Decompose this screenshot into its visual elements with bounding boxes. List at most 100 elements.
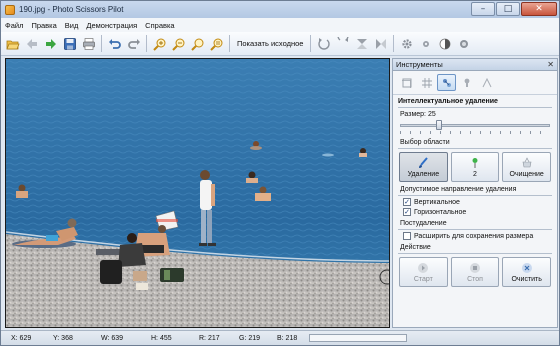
status-bar: X: 629 Y: 368 W: 639 H: 455 R: 217 G: 21… <box>1 330 559 345</box>
panel-header: Инструменты ✕ <box>393 59 557 71</box>
show-original-button[interactable]: Показать исходное <box>234 39 306 48</box>
slider-thumb[interactable] <box>436 120 442 130</box>
status-g: G: 219 <box>239 334 261 342</box>
divider <box>398 229 552 230</box>
contrast-button[interactable] <box>436 35 453 52</box>
removal-brush-button[interactable]: Удаление <box>399 152 448 182</box>
eraser-icon <box>522 156 532 167</box>
contrast-icon <box>439 38 451 49</box>
save-icon <box>63 37 76 50</box>
print-button[interactable] <box>80 35 97 52</box>
gear-icon <box>422 40 429 47</box>
action-section-label: Действие <box>400 244 431 251</box>
undo-button[interactable] <box>106 35 123 52</box>
minimize-button[interactable]: – <box>471 2 495 16</box>
eraser-button[interactable]: Очищение <box>502 152 552 182</box>
crop-icon <box>401 78 411 88</box>
vertical-label: Вертикальное <box>414 198 460 206</box>
zoom-in-button[interactable] <box>151 35 168 52</box>
start-button[interactable]: Старт <box>399 257 448 287</box>
horizontal-label: Горизонтальное <box>414 208 467 216</box>
title-bar[interactable]: 190.jpg - Photo Scissors Pilot – □ ✕ <box>1 1 559 18</box>
redo-button[interactable] <box>125 35 142 52</box>
save-button[interactable] <box>61 35 78 52</box>
vertical-checkbox-row[interactable]: ✓ Вертикальное <box>403 198 547 206</box>
gear-button[interactable] <box>417 35 434 52</box>
tab-lasso[interactable] <box>477 74 496 91</box>
expand-label: Расширить для сохранения размера <box>414 232 534 240</box>
expand-checkbox-row[interactable]: Расширить для сохранения размера <box>403 232 547 240</box>
divider <box>398 148 552 149</box>
flip-vertical-icon <box>356 38 367 49</box>
toolbar: Показать исходное <box>1 32 559 56</box>
grid-icon <box>421 77 432 88</box>
rotate-left-button[interactable] <box>315 35 332 52</box>
stop-button[interactable]: Стоп <box>450 257 500 287</box>
forward-button[interactable] <box>42 35 59 52</box>
horizontal-checkbox[interactable]: ✓ <box>403 208 411 216</box>
menu-bar: Файл Правка Вид Демонстрация Справка <box>1 18 559 32</box>
back-icon <box>26 38 37 49</box>
section-smart-removal: Интеллектуальное удаление <box>398 98 498 105</box>
size-slider[interactable] <box>400 120 550 134</box>
lasso-icon <box>482 77 491 87</box>
settings-button[interactable] <box>398 35 415 52</box>
back-button[interactable] <box>23 35 40 52</box>
toolbar-separator <box>229 35 230 52</box>
toolbar-separator <box>101 35 102 52</box>
green-pin-icon <box>472 157 478 168</box>
menu-demo[interactable]: Демонстрация <box>86 21 137 30</box>
expand-checkbox[interactable] <box>403 232 411 240</box>
start-label: Старт <box>413 275 433 283</box>
tab-grid[interactable] <box>417 74 436 91</box>
vertical-checkbox[interactable]: ✓ <box>403 198 411 206</box>
brightness-button[interactable] <box>455 35 472 52</box>
menu-edit[interactable]: Правка <box>31 21 56 30</box>
tab-smart-removal[interactable] <box>437 74 456 91</box>
smart-removal-icon <box>442 78 451 87</box>
panel-close-button[interactable]: ✕ <box>547 59 554 70</box>
zoom-out-button[interactable] <box>170 35 187 52</box>
flip-vertical-button[interactable] <box>353 35 370 52</box>
flip-horizontal-button[interactable] <box>372 35 389 52</box>
status-h: H: 455 <box>151 334 172 342</box>
menu-help[interactable]: Справка <box>145 21 174 30</box>
panel-title: Инструменты <box>396 60 443 69</box>
action-buttons: Старт Стоп Очистить <box>399 257 552 287</box>
clear-button[interactable]: Очистить <box>502 257 552 287</box>
photo-canvas[interactable] <box>5 58 390 328</box>
keep-marker-button[interactable]: 2 <box>450 152 500 182</box>
zoom-fit-icon <box>190 38 203 51</box>
redo-icon <box>127 38 140 49</box>
zoom-out-icon <box>171 38 184 51</box>
tab-crop[interactable] <box>397 74 416 91</box>
close-button[interactable]: ✕ <box>521 2 557 16</box>
rotate-right-button[interactable] <box>334 35 351 52</box>
menu-file[interactable]: Файл <box>5 21 23 30</box>
zoom-fit-button[interactable] <box>189 35 206 52</box>
forward-icon <box>45 38 56 49</box>
slider-track <box>400 124 550 127</box>
menu-view[interactable]: Вид <box>65 21 79 30</box>
brush-icon <box>419 156 429 168</box>
zoom-actual-button[interactable] <box>208 35 225 52</box>
toolbar-separator <box>146 35 147 52</box>
clear-label: Очистить <box>511 275 542 283</box>
divider <box>398 195 552 196</box>
toolbar-separator <box>393 35 395 52</box>
stop-icon <box>470 262 480 273</box>
horizontal-checkbox-row[interactable]: ✓ Горизонтальное <box>403 208 547 216</box>
tab-clone[interactable] <box>457 74 476 91</box>
divider <box>398 253 552 254</box>
rotate-left-icon <box>318 37 330 50</box>
window-title: 190.jpg - Photo Scissors Pilot <box>19 5 124 14</box>
eraser-label: Очищение <box>509 170 544 178</box>
beach-photo <box>6 59 389 327</box>
stop-label: Стоп <box>467 275 483 283</box>
status-x: X: 629 <box>11 334 32 342</box>
area-section-label: Выбор области <box>400 139 450 146</box>
maximize-button[interactable]: □ <box>496 2 520 16</box>
keep-marker-label: 2 <box>473 170 477 178</box>
open-button[interactable] <box>4 35 21 52</box>
play-icon <box>418 262 429 273</box>
